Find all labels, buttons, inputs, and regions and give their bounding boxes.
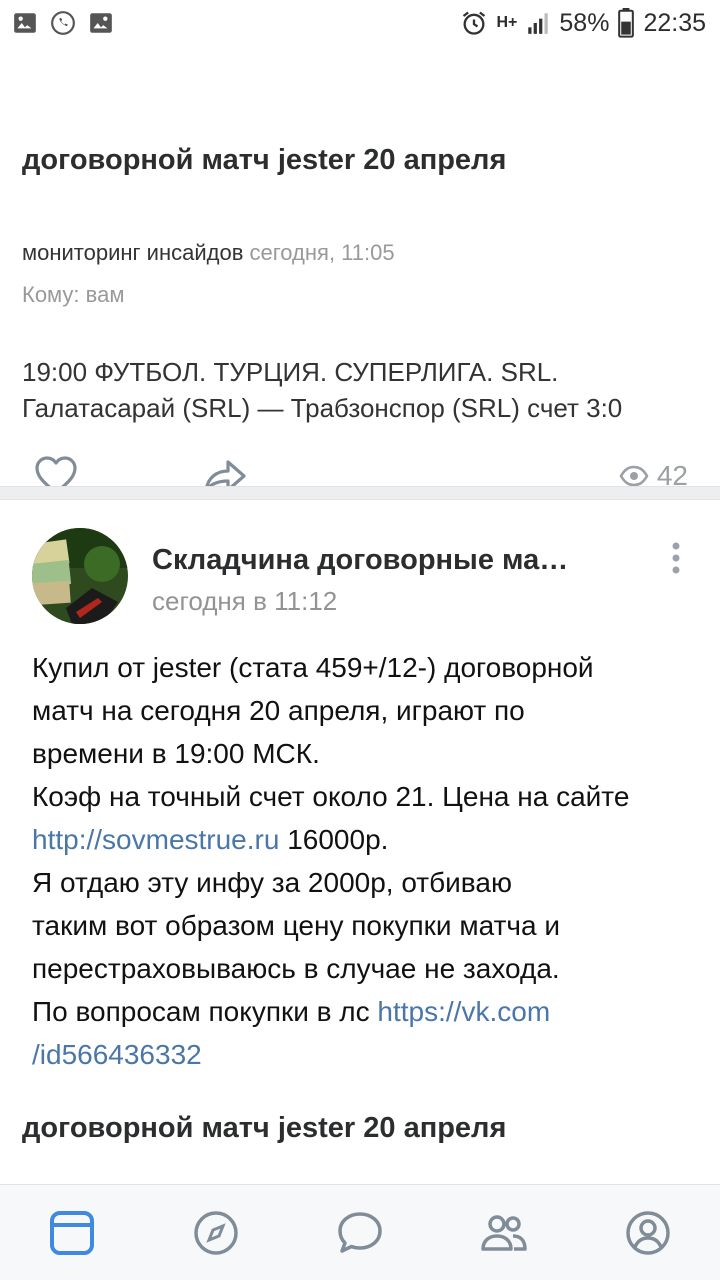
- repost-body-line: Галатасарай (SRL) — Трабзонспор (SRL) сч…: [22, 393, 623, 423]
- more-options-icon[interactable]: [662, 538, 690, 578]
- clock: 22:35: [643, 8, 706, 37]
- news-icon[interactable]: [48, 1209, 96, 1257]
- post-text-line: Коэф на точный счет около 21. Цена на са…: [32, 781, 630, 812]
- feed-separator: [0, 486, 720, 500]
- status-bar: H+ 58% 22:35: [0, 0, 720, 48]
- profile-link-continued[interactable]: /id566436332: [32, 1039, 202, 1070]
- image-notification-icon: [90, 13, 112, 33]
- price-text: 16000р.: [279, 824, 389, 855]
- post-text-line: перестраховываюсь в случае не захода.: [32, 953, 560, 984]
- post-text-line: По вопросам покупки в лс https://vk.com: [32, 990, 692, 1033]
- repost-recipient: Кому: вам: [22, 282, 125, 307]
- battery-percent: 58%: [559, 8, 610, 37]
- gallery-notification-icon: [14, 13, 36, 33]
- post-card: Складчина договорные ма… сегодня в 11:12…: [0, 500, 720, 1184]
- repost-body-line: 19:00 ФУТБОЛ. ТУРЦИЯ. СУПЕРЛИГА. SRL.: [22, 357, 559, 387]
- repost-body: 19:00 ФУТБОЛ. ТУРЦИЯ. СУПЕРЛИГА. SRL. Га…: [22, 354, 712, 426]
- profile-icon[interactable]: [624, 1209, 672, 1257]
- friends-icon[interactable]: [480, 1209, 528, 1257]
- network-type: H+: [496, 14, 518, 31]
- site-link[interactable]: http://sovmestrue.ru: [32, 824, 279, 855]
- clipped-text: [22, 76, 322, 98]
- attachment-title[interactable]: договорной матч jester 20 апреля: [22, 1112, 506, 1145]
- repost-title[interactable]: договорной матч jester 20 апреля: [22, 144, 506, 177]
- post-text-line: http://sovmestrue.ru 16000р.: [32, 818, 692, 861]
- repost-card: договорной матч jester 20 апреля монитор…: [0, 48, 720, 494]
- repost-author[interactable]: мониторинг инсайдов: [22, 240, 243, 265]
- battery-icon: [618, 8, 635, 38]
- signal-icon: [528, 13, 549, 34]
- post-time: сегодня в 11:12: [152, 586, 338, 616]
- avatar[interactable]: [32, 528, 128, 624]
- post-text-line: времени в 19:00 МСК.: [32, 738, 320, 769]
- explore-icon[interactable]: [192, 1209, 240, 1257]
- eye-icon: [619, 465, 649, 487]
- post-text-line: таким вот образом цену покупки матча и: [32, 910, 560, 941]
- repost-meta: мониторинг инсайдов сегодня, 11:05: [22, 240, 395, 266]
- group-name[interactable]: Складчина договорные ма…: [152, 544, 568, 577]
- repost-time: сегодня, 11:05: [249, 240, 395, 265]
- post-text-line: Я отдаю эту инфу за 2000р, отбиваю: [32, 867, 512, 898]
- bottom-navigation: [0, 1184, 720, 1280]
- whatsapp-notification-icon: [51, 11, 75, 35]
- profile-link[interactable]: https://vk.com: [377, 996, 550, 1027]
- messages-icon[interactable]: [336, 1209, 384, 1257]
- post-text-line: /id566436332: [32, 1033, 692, 1076]
- contact-text: По вопросам покупки в лс: [32, 996, 378, 1027]
- post-text-line: Купил от jester (стата 459+/12-) договор…: [32, 652, 594, 683]
- alarm-icon: [463, 11, 486, 35]
- post-text: Купил от jester (стата 459+/12-) договор…: [32, 646, 692, 1076]
- post-text-line: матч на сегодня 20 апреля, играют по: [32, 695, 525, 726]
